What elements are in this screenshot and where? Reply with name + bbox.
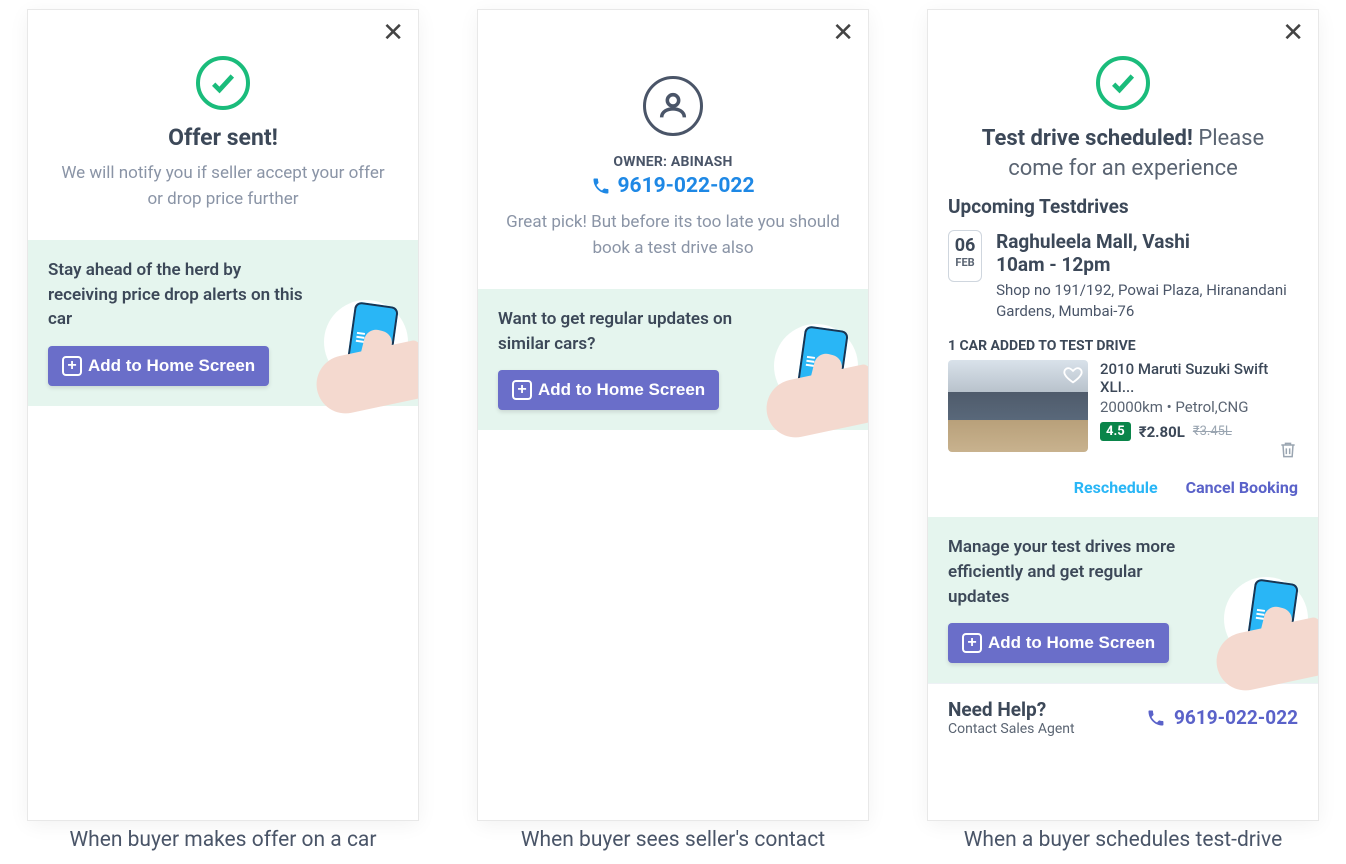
- banner-text: Manage your test drives more efficiently…: [948, 535, 1208, 609]
- delete-car-button[interactable]: [1278, 440, 1298, 464]
- close-icon[interactable]: ✕: [1282, 20, 1304, 46]
- phone-icon: [591, 176, 611, 196]
- cancel-booking-link[interactable]: Cancel Booking: [1186, 478, 1298, 497]
- testdrive-slot: 06 FEB Raghuleela Mall, Vashi 10am - 12p…: [928, 224, 1318, 330]
- caption: When buyer sees seller's contact: [521, 828, 825, 852]
- add-to-home-button[interactable]: + Add to Home Screen: [48, 346, 269, 386]
- reschedule-link[interactable]: Reschedule: [1074, 478, 1158, 497]
- address: Shop no 191/192, Powai Plaza, Hiranandan…: [996, 280, 1298, 322]
- time-slot: 10am - 12pm: [996, 253, 1298, 276]
- date-badge: 06 FEB: [948, 230, 982, 282]
- offer-sent-screen: ✕ Offer sent! We will notify you if sell…: [28, 10, 418, 852]
- trash-icon: [1278, 440, 1298, 460]
- car-item: 2010 Maruti Suzuki Swift XLI... 20000km …: [928, 360, 1318, 458]
- car-name: 2010 Maruti Suzuki Swift XLI...: [1100, 360, 1298, 396]
- car-price-old: ₹3.45L: [1193, 424, 1232, 439]
- pwa-banner: Manage your test drives more efficiently…: [928, 517, 1318, 683]
- add-to-home-label: Add to Home Screen: [538, 380, 705, 400]
- phone-illustration: ✓: [298, 296, 418, 406]
- add-to-home-label: Add to Home Screen: [88, 356, 255, 376]
- pwa-banner: Want to get regular updates on similar c…: [478, 289, 868, 430]
- pwa-banner: Stay ahead of the herd by receiving pric…: [28, 240, 418, 406]
- heart-icon[interactable]: [1062, 364, 1084, 386]
- date-day: 06: [949, 235, 981, 256]
- caption: When buyer makes offer on a car: [70, 828, 377, 852]
- seller-contact-card: ✕ OWNER: ABINASH 9619-022-022 Great pick…: [478, 10, 868, 820]
- plus-icon: +: [62, 356, 82, 376]
- success-check-icon: [196, 56, 250, 110]
- caption: When a buyer schedules test-drive: [964, 828, 1282, 852]
- owner-phone: 9619-022-022: [617, 174, 754, 198]
- banner-text: Want to get regular updates on similar c…: [498, 307, 758, 356]
- plus-icon: +: [512, 380, 532, 400]
- location-name: Raghuleela Mall, Vashi: [996, 230, 1298, 253]
- add-to-home-label: Add to Home Screen: [988, 633, 1155, 653]
- owner-phone-link[interactable]: 9619-022-022: [591, 174, 754, 198]
- offer-sent-subtitle: We will notify you if seller accept your…: [52, 161, 394, 212]
- upcoming-section-title: Upcoming Testdrives: [928, 183, 1318, 224]
- test-drive-card: ✕ Test drive scheduled! Please come for …: [928, 10, 1318, 820]
- owner-label: OWNER: ABINASH: [502, 154, 844, 170]
- help-section: Need Help? Contact Sales Agent 9619-022-…: [928, 683, 1318, 751]
- seller-contact-screen: ✕ OWNER: ABINASH 9619-022-022 Great pick…: [478, 10, 868, 852]
- help-phone-number: 9619-022-022: [1174, 706, 1298, 729]
- phone-illustration: ✓: [748, 320, 868, 430]
- test-drive-title: Test drive scheduled! Please come for an…: [952, 124, 1294, 183]
- close-icon[interactable]: ✕: [382, 20, 404, 46]
- help-sub: Contact Sales Agent: [948, 721, 1075, 737]
- car-price: ₹2.80L: [1139, 423, 1185, 441]
- offer-sent-title: Offer sent!: [52, 124, 394, 151]
- close-icon[interactable]: ✕: [832, 20, 854, 46]
- car-thumbnail[interactable]: [948, 360, 1088, 452]
- date-month: FEB: [949, 256, 981, 269]
- title-bold: Test drive scheduled!: [982, 126, 1193, 151]
- user-avatar-icon: [643, 76, 703, 136]
- phone-icon: [1146, 708, 1166, 728]
- add-to-home-button[interactable]: + Add to Home Screen: [948, 623, 1169, 663]
- banner-text: Stay ahead of the herd by receiving pric…: [48, 258, 308, 332]
- help-title: Need Help?: [948, 698, 1075, 721]
- booking-actions: Reschedule Cancel Booking: [928, 458, 1318, 507]
- test-drive-screen: ✕ Test drive scheduled! Please come for …: [928, 10, 1318, 852]
- add-to-home-button[interactable]: + Add to Home Screen: [498, 370, 719, 410]
- car-rating: 4.5: [1100, 422, 1131, 441]
- offer-sent-card: ✕ Offer sent! We will notify you if sell…: [28, 10, 418, 820]
- contact-subtitle: Great pick! But before its too late you …: [502, 210, 844, 261]
- car-added-label: 1 CAR ADDED TO TEST DRIVE: [928, 330, 1318, 360]
- help-phone-link[interactable]: 9619-022-022: [1146, 706, 1298, 729]
- plus-icon: +: [962, 633, 982, 653]
- phone-illustration: ✓: [1198, 573, 1318, 683]
- success-check-icon: [1096, 56, 1150, 110]
- car-sub: 20000km • Petrol,CNG: [1100, 398, 1298, 416]
